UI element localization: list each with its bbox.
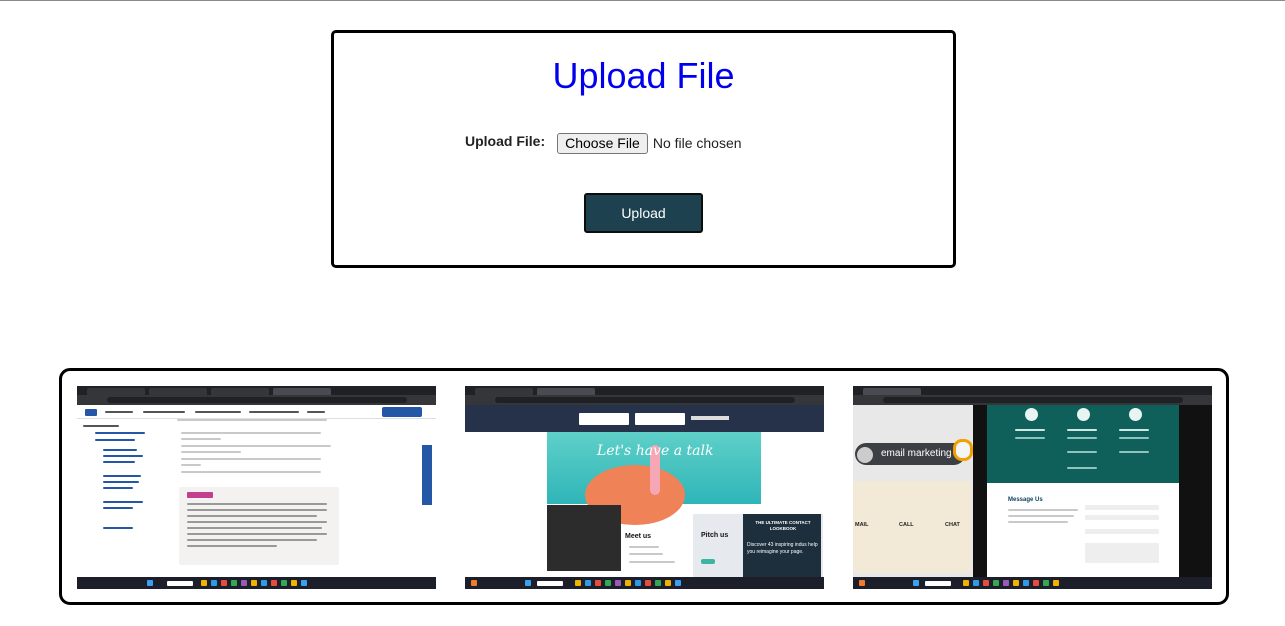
message-us-heading: Message Us <box>1008 497 1043 503</box>
map-image <box>547 505 621 571</box>
windows-taskbar <box>853 577 1212 589</box>
upload-button[interactable]: Upload <box>584 193 703 233</box>
contact-info-banner <box>987 405 1179 483</box>
uploaded-images-gallery: Let's have a talk Meet us Pitch us THE U… <box>59 368 1229 605</box>
thumbnail-email-marketing-contact[interactable]: email marketing MAIL CALL CHAT Message U… <box>853 386 1212 589</box>
lookbook-text: Discover 43 inspiring indus help you rei… <box>747 542 818 555</box>
call-label: CALL <box>899 522 914 528</box>
page-title: Upload File <box>552 55 735 96</box>
thumbnail-page-content: Let's have a talk Meet us Pitch us THE U… <box>465 405 824 577</box>
upload-form-card: Upload File Upload File: Choose File No … <box>331 30 956 268</box>
thumbnail-page-content: email marketing MAIL CALL CHAT Message U… <box>853 405 1212 577</box>
browser-tab-strip <box>77 386 436 395</box>
lookbook-title: THE ULTIMATE CONTACT LOOKBOOK <box>755 520 811 531</box>
windows-taskbar <box>77 577 436 589</box>
mail-label: MAIL <box>855 522 869 528</box>
email-marketing-text: email marketing <box>881 448 952 459</box>
browser-tab-strip <box>465 386 824 395</box>
meet-us-heading: Meet us <box>625 533 652 540</box>
windows-taskbar <box>465 577 824 589</box>
file-status-text: No file chosen <box>652 135 742 151</box>
thumbnail-contact-page-flamingo[interactable]: Let's have a talk Meet us Pitch us THE U… <box>465 386 824 589</box>
thumbnail-page-content <box>77 405 436 577</box>
example-badge <box>187 492 213 498</box>
pitch-us-heading: Pitch us <box>701 532 729 539</box>
top-divider <box>0 0 1285 1</box>
avatar <box>857 447 873 463</box>
browser-tab-strip <box>853 386 1212 395</box>
hero-text: Let's have a talk <box>597 443 714 459</box>
thumbnail-indeed-interview-questions[interactable] <box>77 386 436 589</box>
chat-label: CHAT <box>945 522 960 528</box>
file-input-row: Upload File: Choose File No file chosen <box>465 131 742 155</box>
file-input-label: Upload File: <box>465 133 546 149</box>
cookie-banner <box>465 405 824 432</box>
choose-file-button[interactable]: Choose File <box>557 132 648 154</box>
